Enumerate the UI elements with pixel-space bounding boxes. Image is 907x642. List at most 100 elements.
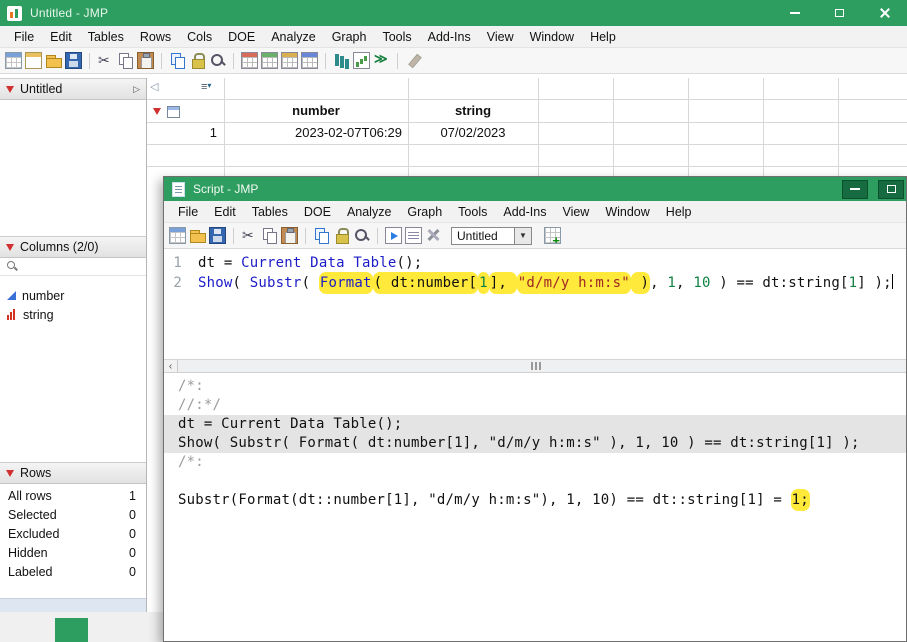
run-script-icon[interactable] (385, 227, 402, 244)
red-triangle-icon[interactable] (6, 470, 14, 477)
cell-number-value[interactable]: 2023-02-07T06:29 (226, 125, 402, 140)
new-script-icon[interactable] (405, 227, 422, 244)
cell-string-value[interactable]: 07/02/2023 (408, 125, 538, 140)
panel-expand-icon[interactable]: ▷ (133, 84, 140, 95)
editor-log-splitter[interactable]: ‹ (164, 359, 906, 373)
continuous-column-icon (7, 291, 16, 300)
open-icon[interactable] (189, 227, 206, 244)
new-data-table-icon[interactable] (169, 227, 186, 244)
log-line-4[interactable]: Show( Substr( Format( dt:number[1], "d/m… (164, 434, 906, 453)
add-to-data-table-icon[interactable] (544, 227, 561, 244)
script-editor[interactable]: 1dt = Current Data Table();2Show( Substr… (164, 249, 906, 359)
column-header-number[interactable]: number (224, 103, 408, 121)
column-filter-icon[interactable]: ≡▾ (201, 81, 211, 93)
table-red-icon[interactable] (241, 52, 258, 69)
red-triangle-icon[interactable] (6, 86, 14, 93)
columns-panel-title: Columns (2/0) (20, 240, 99, 254)
annotate-icon[interactable] (405, 52, 422, 69)
highlighted-code: 1; (791, 489, 810, 511)
log-pane[interactable]: /*://:*/dt = Current Data Table();Show( … (164, 373, 906, 641)
columns-panel-header[interactable]: Columns (2/0) (0, 236, 146, 258)
editor-line-1[interactable]: 1dt = Current Data Table(); (164, 253, 906, 273)
log-line-2[interactable]: //:*/ (164, 396, 906, 415)
close-button[interactable] (862, 0, 907, 26)
copy-icon[interactable] (117, 52, 134, 69)
menu-item-file[interactable]: File (170, 205, 206, 219)
copy-table-icon[interactable] (313, 227, 330, 244)
log-line-3[interactable]: dt = Current Data Table(); (164, 415, 906, 434)
copy-icon[interactable] (261, 227, 278, 244)
menu-item-rows[interactable]: Rows (132, 30, 179, 44)
column-item-number[interactable]: number (0, 286, 146, 305)
data-table-combo-value[interactable]: Untitled (451, 227, 515, 245)
rows-panel-header[interactable]: Rows (0, 462, 146, 484)
menu-item-file[interactable]: File (6, 30, 42, 44)
search-icon[interactable] (209, 52, 226, 69)
cut-icon[interactable] (241, 227, 258, 244)
menu-item-window[interactable]: Window (522, 30, 582, 44)
log-line-7[interactable]: Substr(Format(dt::number[1], "d/m/y h:m:… (164, 491, 906, 510)
script-titlebar[interactable]: Script - JMP (164, 177, 906, 201)
menu-item-view[interactable]: View (479, 30, 522, 44)
lock-icon[interactable] (189, 52, 206, 69)
lock-icon[interactable] (333, 227, 350, 244)
editor-line-2[interactable]: 2Show( Substr( Format( dt:number[1], "d/… (164, 273, 906, 293)
save-icon[interactable] (65, 52, 82, 69)
tools-icon[interactable] (425, 227, 442, 244)
deselect-all-icon[interactable]: ◁ (150, 80, 158, 93)
save-icon[interactable] (209, 227, 226, 244)
run-icon[interactable] (373, 52, 390, 69)
splitter-grip-icon[interactable] (535, 362, 537, 370)
chevron-down-icon[interactable]: ▼ (515, 227, 532, 245)
menu-item-help[interactable]: Help (582, 30, 624, 44)
rows-red-triangle-icon[interactable] (153, 108, 161, 115)
cut-icon[interactable] (97, 52, 114, 69)
menu-item-doe[interactable]: DOE (296, 205, 339, 219)
menu-item-analyze[interactable]: Analyze (339, 205, 399, 219)
menu-item-tables[interactable]: Tables (80, 30, 132, 44)
main-titlebar: Untitled - JMP (0, 0, 907, 26)
new-journal-icon[interactable] (25, 52, 42, 69)
menu-item-help[interactable]: Help (658, 205, 700, 219)
table-gold-icon[interactable] (281, 52, 298, 69)
log-line-1[interactable]: /*: (164, 377, 906, 396)
menu-item-tools[interactable]: Tools (450, 205, 495, 219)
menu-item-graph[interactable]: Graph (399, 205, 450, 219)
summary-icon[interactable] (333, 52, 350, 69)
script-minimize-button[interactable] (842, 180, 868, 199)
menu-item-add-ins[interactable]: Add-Ins (495, 205, 554, 219)
log-line-5[interactable]: /*: (164, 453, 906, 472)
menu-item-analyze[interactable]: Analyze (263, 30, 323, 44)
splitter-scroll-left-button[interactable]: ‹ (164, 360, 178, 372)
column-item-string[interactable]: string (0, 305, 146, 324)
table-blue-icon[interactable] (301, 52, 318, 69)
search-icon[interactable] (353, 227, 370, 244)
copy-table-icon[interactable] (169, 52, 186, 69)
menu-item-graph[interactable]: Graph (324, 30, 375, 44)
menu-item-tools[interactable]: Tools (374, 30, 419, 44)
menu-item-window[interactable]: Window (597, 205, 657, 219)
red-triangle-icon[interactable] (6, 244, 14, 251)
menu-item-edit[interactable]: Edit (206, 205, 244, 219)
row-number-cell[interactable]: 1 (147, 125, 217, 140)
maximize-button[interactable] (817, 0, 862, 26)
columns-search[interactable] (0, 258, 146, 276)
menu-item-cols[interactable]: Cols (179, 30, 220, 44)
table-panel-header[interactable]: Untitled ▷ (0, 78, 146, 100)
toolbar-separator (325, 53, 326, 69)
menu-item-add-ins[interactable]: Add-Ins (420, 30, 479, 44)
menu-item-view[interactable]: View (554, 205, 597, 219)
new-data-table-icon[interactable] (5, 52, 22, 69)
script-maximize-button[interactable] (878, 180, 904, 199)
table-green-icon[interactable] (261, 52, 278, 69)
menu-item-tables[interactable]: Tables (244, 205, 296, 219)
open-icon[interactable] (45, 52, 62, 69)
minimize-button[interactable] (772, 0, 817, 26)
menu-item-edit[interactable]: Edit (42, 30, 80, 44)
chart-icon[interactable] (353, 52, 370, 69)
menu-item-doe[interactable]: DOE (220, 30, 263, 44)
log-line-6[interactable] (164, 472, 906, 491)
paste-icon[interactable] (137, 52, 154, 69)
paste-icon[interactable] (281, 227, 298, 244)
column-header-string[interactable]: string (408, 103, 538, 121)
